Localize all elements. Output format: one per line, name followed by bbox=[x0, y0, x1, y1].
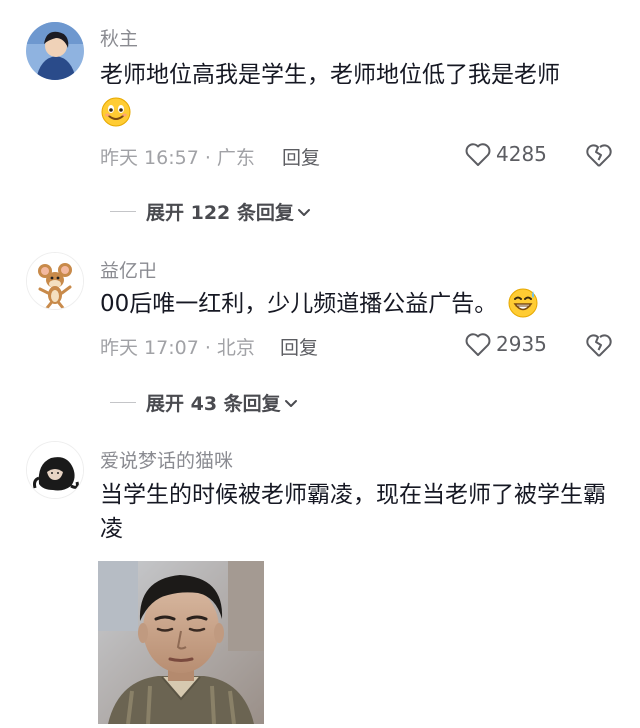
comment-text: 老师地位高我是学生，老师地位低了我是老师 bbox=[100, 58, 615, 128]
like-button[interactable]: 4285 bbox=[464, 141, 547, 167]
heart-icon bbox=[465, 333, 491, 356]
time-location: 昨天 17:07 · 北京 bbox=[100, 337, 255, 359]
broken-heart-icon bbox=[586, 334, 612, 357]
smiling-face-emoji-icon bbox=[100, 96, 132, 128]
meme-photo[interactable] bbox=[98, 561, 264, 724]
time-location: 昨天 16:57 · 广东 bbox=[100, 147, 255, 169]
reply-button[interactable]: 回复 bbox=[280, 333, 318, 360]
heart-icon bbox=[465, 143, 491, 166]
broken-heart-icon bbox=[586, 144, 612, 167]
comment-text: 00后唯一红利，少儿频道播公益广告。 bbox=[100, 287, 615, 321]
expand-replies-button[interactable]: 展开 43 条回复 bbox=[110, 389, 299, 416]
divider-line bbox=[110, 211, 136, 212]
chevron-down-icon bbox=[297, 208, 310, 216]
avatar[interactable] bbox=[26, 252, 84, 310]
chevron-down-icon bbox=[284, 399, 297, 407]
comment-text: 当学生的时候被老师霸凌，现在当老师了被学生霸凌 bbox=[100, 482, 606, 542]
dislike-button[interactable] bbox=[585, 141, 613, 169]
divider-line bbox=[110, 402, 136, 403]
dislike-button[interactable] bbox=[585, 331, 613, 359]
username[interactable]: 爱说梦话的猫咪 bbox=[100, 446, 233, 473]
grinning-sweat-emoji-icon bbox=[507, 287, 539, 319]
reply-button[interactable]: 回复 bbox=[282, 143, 320, 170]
like-count: 4285 bbox=[496, 142, 547, 166]
comment-text-content: 老师地位高我是学生，老师地位低了我是老师 bbox=[100, 62, 560, 88]
avatar[interactable] bbox=[26, 22, 84, 80]
expand-replies-button[interactable]: 展开 122 条回复 bbox=[110, 198, 312, 225]
comment-text-content: 00后唯一红利，少儿频道播公益广告。 bbox=[100, 291, 498, 317]
like-count: 2935 bbox=[496, 332, 547, 356]
like-button[interactable]: 2935 bbox=[464, 331, 547, 357]
expand-replies-label: 展开 43 条回复 bbox=[146, 393, 281, 415]
username[interactable]: 秋主 bbox=[100, 24, 138, 51]
expand-replies-label: 展开 122 条回复 bbox=[146, 202, 294, 224]
username[interactable]: 益亿卍 bbox=[100, 256, 157, 283]
avatar[interactable] bbox=[26, 441, 84, 499]
